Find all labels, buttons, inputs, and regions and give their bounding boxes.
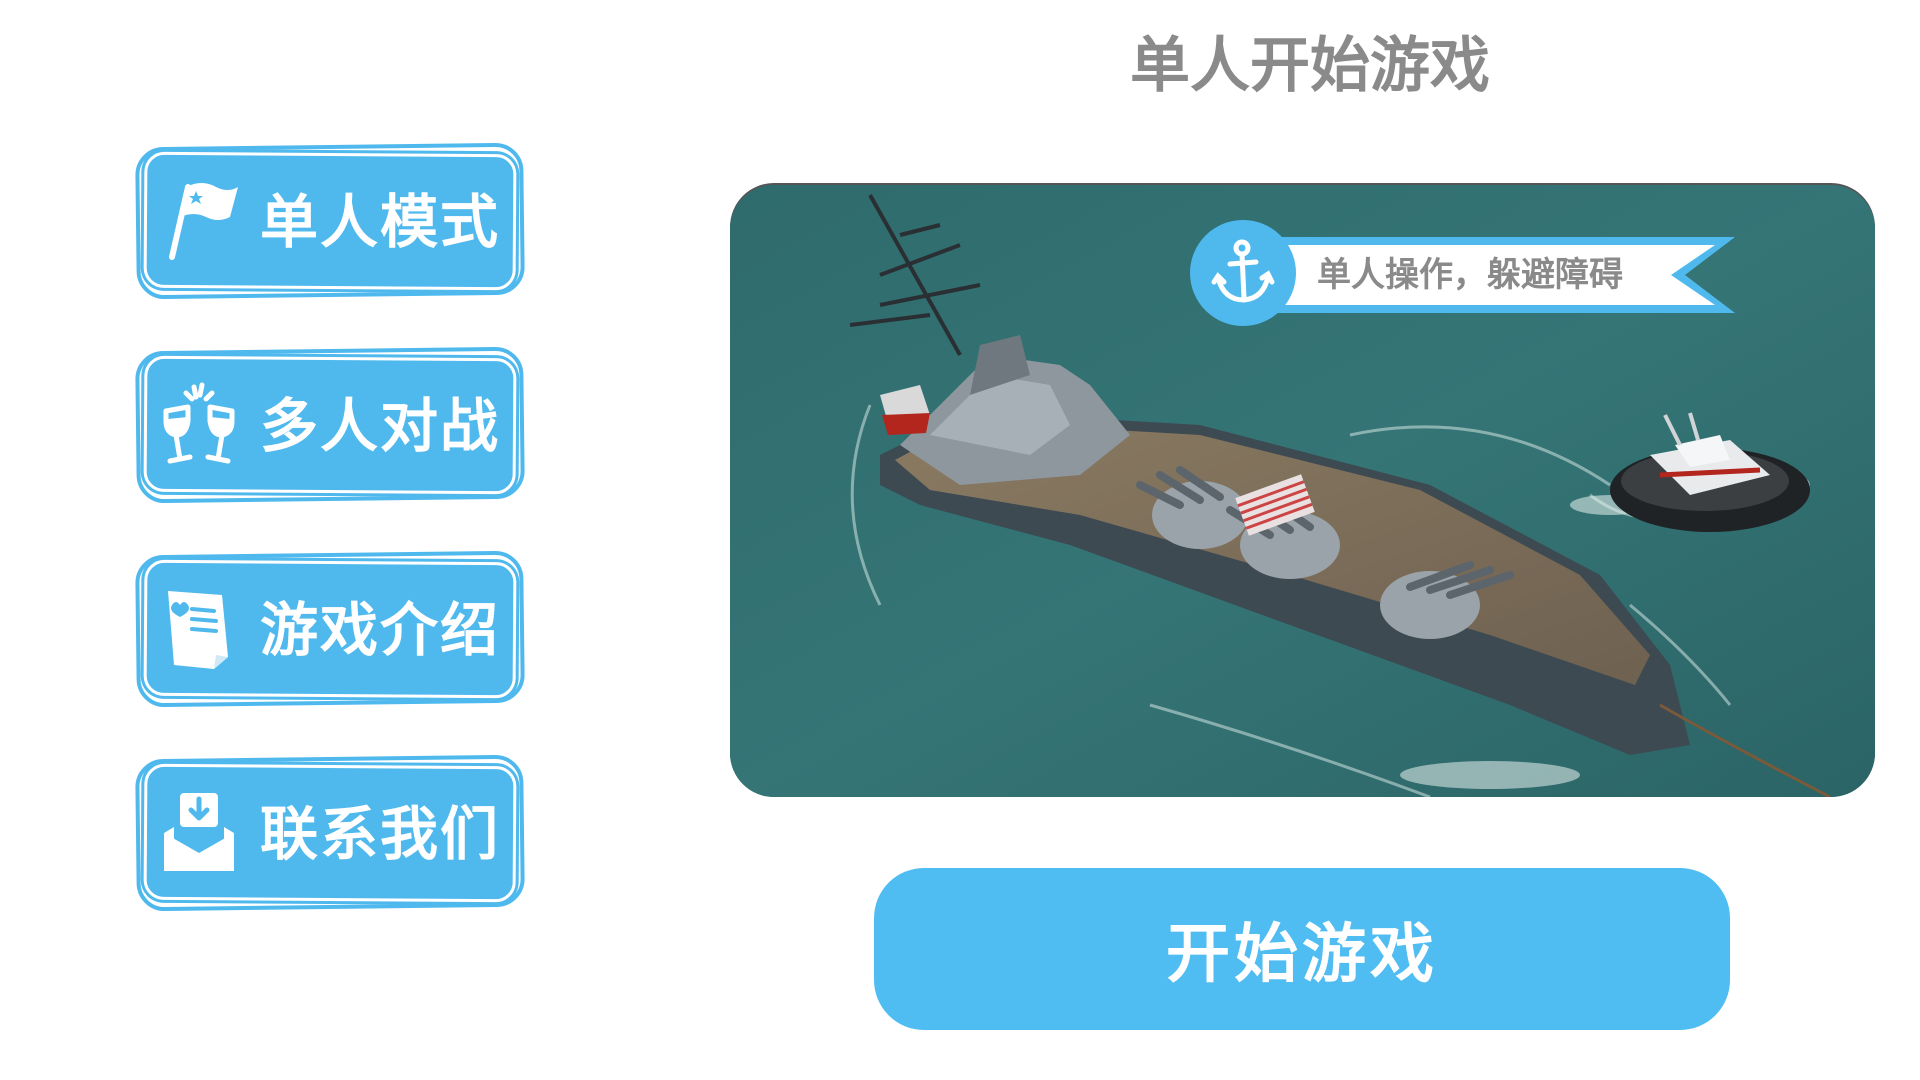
menu-label: 多人对战 xyxy=(260,392,501,460)
document-icon xyxy=(168,591,228,669)
mode-description-ribbon: 单人操作，躲避障碍 xyxy=(1275,235,1735,315)
menu-label: 游戏介绍 xyxy=(260,596,501,664)
anchor-icon xyxy=(1211,239,1275,303)
flag-icon xyxy=(169,183,238,260)
menu-label: 单人模式 xyxy=(260,188,501,256)
page-title: 单人开始游戏 xyxy=(1130,31,1490,101)
menu-label: 联系我们 xyxy=(260,800,501,868)
cheers-glasses-icon xyxy=(163,382,235,464)
anchor-badge xyxy=(1190,220,1296,326)
ribbon-text: 单人操作，躲避障碍 xyxy=(1317,255,1623,295)
download-mail-icon xyxy=(164,793,234,871)
menu-single-player[interactable]: 单人模式 xyxy=(135,142,525,300)
start-game-button[interactable]: 开始游戏 xyxy=(874,868,1730,1030)
menu-multiplayer[interactable]: 多人对战 xyxy=(135,346,525,504)
menu-game-intro[interactable]: 游戏介绍 xyxy=(135,550,525,708)
menu-contact-us[interactable]: 联系我们 xyxy=(135,754,525,912)
